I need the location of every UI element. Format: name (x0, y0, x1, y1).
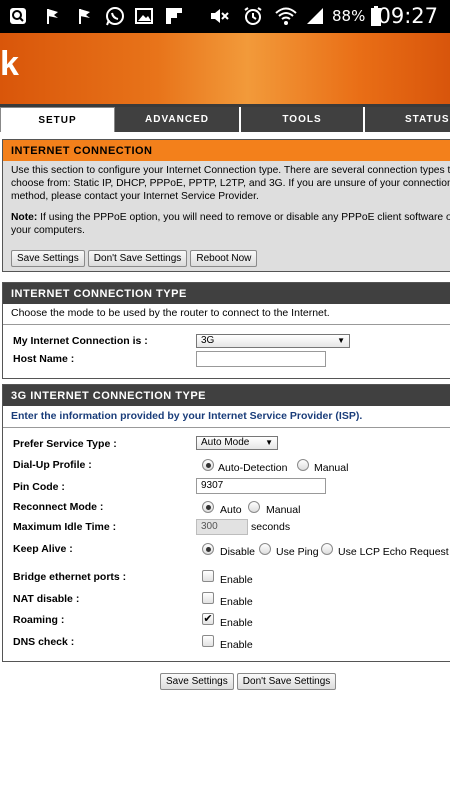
flipboard-icon (164, 6, 184, 26)
reboot-now-button[interactable]: Reboot Now (190, 250, 258, 267)
signal-icon (304, 6, 326, 26)
pin-code-input[interactable]: 9307 (196, 478, 326, 494)
dropdown-arrow-icon: ▼ (337, 336, 345, 345)
footer-buttons: Save Settings Don't Save Settings (160, 673, 337, 690)
idle-unit: seconds (251, 521, 291, 533)
tab-setup[interactable]: SETUP (0, 107, 115, 132)
note-text: Note: If using the PPPoE option, you wil… (11, 211, 450, 237)
wifi-icon (274, 6, 298, 26)
keepalive-lcp-label: Use LCP Echo Request (338, 546, 449, 558)
mute-icon (208, 6, 230, 26)
pin-code-label: Pin Code : (13, 481, 65, 493)
clock: 09:27 (377, 4, 438, 28)
prefer-service-label: Prefer Service Type : (13, 438, 117, 450)
keepalive-disable-radio[interactable] (202, 543, 214, 555)
prefer-service-select[interactable]: Auto Mode ▼ (196, 436, 278, 450)
reconnect-auto-label: Auto (220, 504, 242, 516)
isp-info-text: Enter the information provided by your I… (11, 410, 363, 422)
enable-label: Enable (220, 574, 253, 586)
alarm-icon (242, 6, 264, 26)
reconnect-manual-label: Manual (266, 504, 301, 516)
dont-save-settings-button[interactable]: Don't Save Settings (236, 673, 337, 690)
router-banner: k (0, 33, 450, 105)
image-icon (134, 6, 154, 26)
keepalive-ping-radio[interactable] (259, 543, 271, 555)
roaming-checkbox[interactable]: ✔ (202, 613, 214, 625)
section-title: 3G INTERNET CONNECTION TYPE (3, 385, 450, 406)
max-idle-input[interactable]: 300 (196, 519, 248, 535)
note-body: If using the PPPoE option, you will need… (11, 212, 450, 236)
enable-label: Enable (220, 596, 253, 608)
dialup-manual-label: Manual (314, 462, 349, 474)
tab-advanced[interactable]: ADVANCED (115, 107, 241, 132)
bridge-ports-checkbox[interactable] (202, 570, 214, 582)
dialup-manual-radio[interactable] (297, 459, 309, 471)
my-connection-label: My Internet Connection is : (13, 335, 148, 347)
section-intro: Use this section to configure your Inter… (3, 161, 450, 271)
dns-check-checkbox[interactable] (202, 635, 214, 647)
dont-save-settings-button[interactable]: Don't Save Settings (87, 250, 188, 267)
save-settings-button[interactable]: Save Settings (11, 250, 85, 267)
keep-alive-label: Keep Alive : (13, 543, 73, 555)
dialup-auto-radio[interactable] (202, 459, 214, 471)
dropdown-arrow-icon: ▼ (265, 438, 273, 447)
intro-text: Use this section to configure your Inter… (11, 165, 450, 202)
dialup-profile-label: Dial-Up Profile : (13, 459, 92, 471)
connection-type-body: Choose the mode to be used by the router… (3, 304, 450, 378)
flag-icon (76, 6, 94, 26)
reconnect-manual-radio[interactable] (248, 501, 260, 513)
battery-percent: 88% (332, 7, 366, 25)
save-settings-button[interactable]: Save Settings (160, 673, 234, 690)
bridge-ports-label: Bridge ethernet ports : (13, 571, 127, 583)
keepalive-ping-label: Use Ping (276, 546, 319, 558)
tab-tools[interactable]: TOOLS (241, 107, 365, 132)
search-icon (8, 6, 28, 26)
flag-icon (44, 6, 62, 26)
host-name-input[interactable] (196, 351, 326, 367)
enable-label: Enable (220, 617, 253, 629)
section-title: INTERNET CONNECTION (3, 140, 450, 161)
reconnect-auto-radio[interactable] (202, 501, 214, 513)
connection-type-section: INTERNET CONNECTION TYPE Choose the mode… (2, 282, 450, 379)
status-bar: 88% 09:27 (0, 0, 450, 33)
brand-logo: k (0, 45, 19, 83)
dns-check-label: DNS check : (13, 636, 75, 648)
nat-disable-label: NAT disable : (13, 593, 80, 605)
main-tabs: SETUP ADVANCED TOOLS STATUS (0, 107, 450, 132)
connection-type-desc: Choose the mode to be used by the router… (11, 307, 330, 319)
note-label: Note: (11, 212, 38, 223)
keepalive-disable-label: Disable (220, 546, 256, 558)
3g-connection-section: 3G INTERNET CONNECTION TYPE Enter the in… (2, 384, 450, 662)
checkmark-icon: ✔ (203, 613, 213, 625)
roaming-label: Roaming : (13, 614, 65, 626)
connection-type-value: 3G (201, 335, 215, 346)
reconnect-mode-label: Reconnect Mode : (13, 501, 104, 513)
max-idle-label: Maximum Idle Time : (13, 521, 117, 533)
whatsapp-icon (104, 6, 126, 26)
keepalive-lcp-radio[interactable] (321, 543, 333, 555)
divider (3, 427, 450, 428)
dialup-auto-label: Auto-Detection (218, 462, 288, 474)
nat-disable-checkbox[interactable] (202, 592, 214, 604)
section-title: INTERNET CONNECTION TYPE (3, 283, 450, 304)
prefer-service-value: Auto Mode (201, 437, 250, 448)
internet-connection-section: INTERNET CONNECTION Use this section to … (2, 139, 450, 272)
3g-body: Enter the information provided by your I… (3, 406, 450, 661)
enable-label: Enable (220, 639, 253, 651)
tab-status[interactable]: STATUS (365, 107, 450, 132)
connection-type-select[interactable]: 3G ▼ (196, 334, 350, 348)
host-name-label: Host Name : (13, 353, 75, 365)
divider (3, 324, 450, 325)
